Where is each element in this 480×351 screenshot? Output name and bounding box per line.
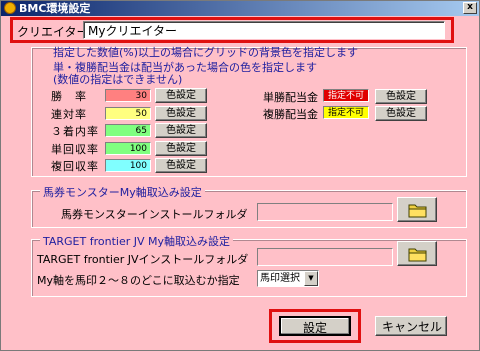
settings-window: BMC環境設定 x クリエイター名 指定した数値(%)以上の場合にグリッドの背景… <box>0 0 480 351</box>
color-button[interactable]: 色設定 <box>375 106 427 121</box>
payout-label: 単勝配当金 <box>263 91 318 104</box>
horse-mark-select[interactable]: 馬印選択 ▼ <box>257 270 319 287</box>
rate-value[interactable]: 100 <box>105 142 151 155</box>
color-button[interactable]: 色設定 <box>375 89 427 104</box>
ok-button[interactable]: 設定 <box>279 316 351 336</box>
payout-badge: 指定不可 <box>323 106 369 119</box>
grid-note-1: 指定した数値(%)以上の場合にグリッドの背景色を指定します <box>53 46 359 59</box>
chevron-down-icon[interactable]: ▼ <box>304 271 318 286</box>
app-icon <box>4 2 16 14</box>
payout-label: 複勝配当金 <box>263 108 318 121</box>
color-button[interactable]: 色設定 <box>155 106 207 121</box>
rate-label: 勝 率 <box>51 90 87 103</box>
rate-value[interactable]: 30 <box>105 89 151 102</box>
monster-folder-input[interactable] <box>257 203 393 221</box>
rate-value[interactable]: 50 <box>105 107 151 120</box>
rate-label: 単回収率 <box>51 143 99 156</box>
folder-icon <box>408 204 427 218</box>
monster-group-title: 馬券モンスターMy軸取込み設定 <box>40 184 205 200</box>
rate-label: 連対率 <box>51 108 87 121</box>
close-button[interactable]: x <box>463 2 477 14</box>
grid-note-3: (数値の指定はできません) <box>53 73 183 86</box>
folder-icon <box>408 248 427 262</box>
color-button[interactable]: 色設定 <box>155 141 207 156</box>
window-title: BMC環境設定 <box>19 2 91 15</box>
cancel-button[interactable]: キャンセル <box>375 316 447 336</box>
horse-mark-select-value: 馬印選択 <box>260 273 300 284</box>
rate-label: ３着内率 <box>51 125 99 138</box>
target-folder-button[interactable] <box>397 241 437 266</box>
monster-folder-button[interactable] <box>397 197 437 222</box>
monster-folder-label: 馬券モンスターインストールフォルダ <box>61 208 248 221</box>
import-location-label: My軸を馬印２～８のどこに取込むか指定 <box>37 274 240 287</box>
target-folder-input[interactable] <box>257 248 393 266</box>
payout-badge: 指定不可 <box>323 89 369 102</box>
color-button[interactable]: 色設定 <box>155 88 207 103</box>
rate-value[interactable]: 100 <box>105 159 151 172</box>
rate-value[interactable]: 65 <box>105 124 151 137</box>
creator-name-input[interactable] <box>83 21 445 39</box>
target-group-title: TARGET frontier JV My軸取込み設定 <box>40 233 233 249</box>
target-folder-label: TARGET frontier JVインストールフォルダ <box>37 253 249 266</box>
rate-label: 複回収率 <box>51 160 99 173</box>
color-button[interactable]: 色設定 <box>155 123 207 138</box>
color-button[interactable]: 色設定 <box>155 158 207 173</box>
title-bar: BMC環境設定 x <box>1 1 479 16</box>
